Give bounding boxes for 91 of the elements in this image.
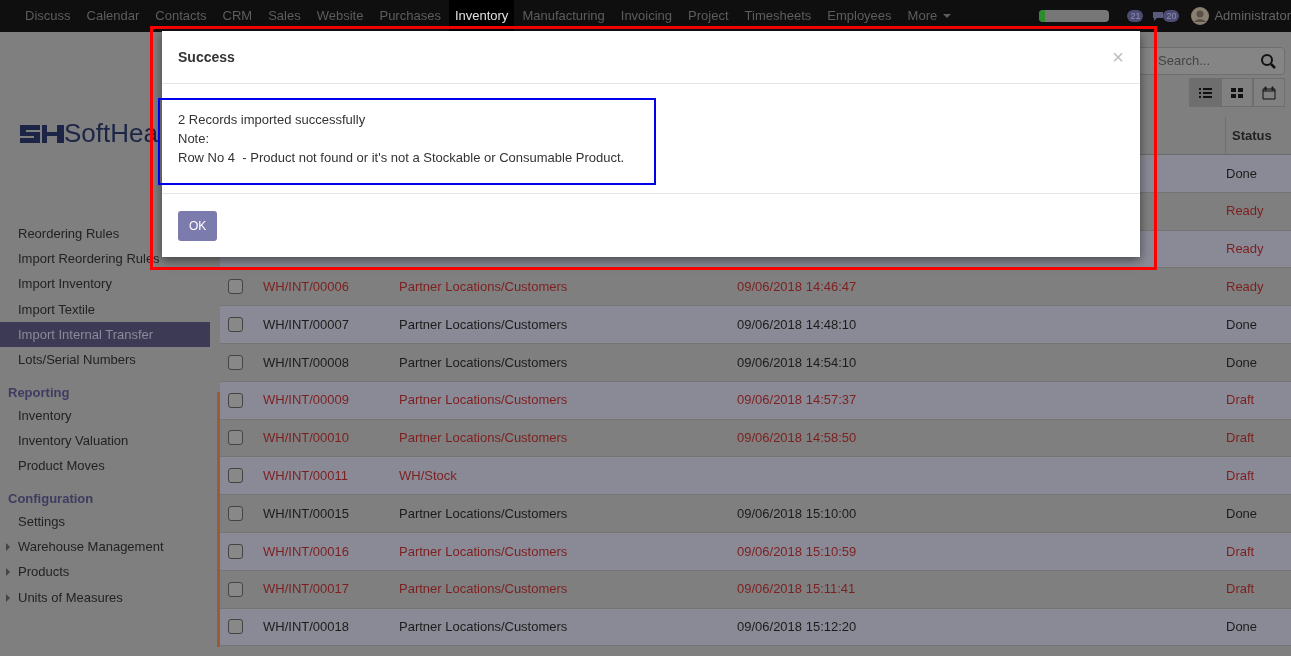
ok-button[interactable]: OK [178, 210, 218, 241]
view-list-button[interactable] [1189, 78, 1221, 107]
caret-icon [6, 542, 10, 551]
table-cell-text: Partner Locations/Customers [399, 580, 569, 599]
row-checkbox[interactable] [228, 506, 243, 522]
message-text: Note: [178, 130, 211, 148]
caret-icon [943, 14, 952, 18]
sidebar-item[interactable]: Inventory Valuation [0, 428, 210, 454]
table-cell-text: 09/06/2018 14:58:50 [737, 429, 858, 448]
message-text: Row No 4 - Product not found or it's not a Stockable or Consumable Product. [178, 149, 626, 167]
table-cell-text: WH/INT/00018 [263, 618, 350, 637]
table-cell-text: WH/INT/00015 [263, 504, 350, 523]
menu-item[interactable]: Discuss [17, 0, 79, 32]
view-calendar-button[interactable] [1253, 78, 1285, 107]
table-cell-text: Draft [1226, 391, 1256, 410]
table-cell-text: Ready [1226, 202, 1265, 221]
sidebar-item[interactable]: Import Textile [0, 296, 210, 323]
table-cell-text: Partner Locations/Customers [399, 391, 569, 410]
table-cell-text: 09/06/2018 15:12:20 [737, 618, 858, 637]
table-cell-text: 09/06/2018 15:10:59 [737, 542, 858, 561]
table-cell-text: Partner Locations/Customers [399, 315, 569, 334]
caret-icon [6, 593, 10, 602]
table-cell-text: 09/06/2018 14:57:37 [737, 391, 858, 410]
table-cell-text: 09/06/2018 14:46:47 [737, 278, 858, 297]
table-cell-text: 09/06/2018 14:48:10 [737, 315, 858, 334]
calendar-icon [1262, 85, 1276, 100]
table-cell-text: Partner Locations/Customers [399, 429, 569, 448]
sidebar-item[interactable]: Warehouse Management [0, 533, 210, 560]
sidebar-section: Reporting [0, 377, 210, 403]
row-checkbox[interactable] [228, 468, 243, 484]
sidebar-item[interactable]: Settings [0, 508, 210, 534]
list-icon [1198, 85, 1212, 100]
table-cell-text: Partner Locations/Customers [399, 542, 569, 561]
sidebar-item[interactable]: Import Inventory [0, 271, 210, 297]
row-checkbox[interactable] [228, 430, 243, 446]
row-checkbox[interactable] [228, 619, 243, 635]
table-cell-text: Partner Locations/Customers [399, 504, 569, 523]
row-checkbox[interactable] [228, 279, 243, 295]
table-cell-text: Draft [1226, 467, 1256, 485]
table-cell-text: Draft [1226, 542, 1256, 561]
table-cell-text: Done [1226, 618, 1259, 637]
table-cell-text: 09/06/2018 14:54:10 [737, 353, 858, 372]
table-cell-text: WH/INT/00009 [263, 391, 350, 410]
sidebar-section: Configuration [0, 483, 210, 509]
table-cell-text: Done [1226, 315, 1259, 334]
table-cell-text: 09/06/2018 15:11:41 [737, 580, 857, 599]
row-checkbox[interactable] [228, 354, 243, 370]
table-cell-text: Draft [1226, 429, 1256, 448]
row-checkbox[interactable] [228, 317, 243, 333]
table-cell-text: Ready [1226, 278, 1265, 297]
sidebar-item[interactable]: Import Internal Transfer [0, 322, 210, 348]
table-cell-text: WH/INT/00011 [263, 467, 349, 485]
table-cell-text: WH/INT/00010 [263, 429, 350, 448]
table-cell-text: Partner Locations/Customers [399, 278, 569, 297]
table-cell-text: WH/INT/00006 [263, 278, 350, 297]
search-icon [1260, 53, 1276, 69]
menu-item[interactable]: Calendar [78, 0, 148, 32]
table-cell-text: WH/INT/00007 [263, 315, 350, 334]
messages-count[interactable]: 20 [1163, 10, 1180, 22]
table-cell-text: Done [1226, 164, 1259, 183]
sidebar-item[interactable]: Units of Measures [0, 584, 210, 611]
table-cell-text: Ready [1226, 240, 1265, 259]
row-checkbox[interactable] [228, 392, 243, 408]
table-cell-text: Done [1226, 353, 1259, 372]
table-cell-text: WH/INT/00008 [263, 353, 350, 372]
activity-count[interactable]: 21 [1127, 10, 1144, 22]
table-cell-text: WH/Stock [399, 467, 458, 485]
sidebar-item[interactable]: Products [0, 559, 210, 585]
table-cell-text: Partner Locations/Customers [399, 618, 569, 637]
table-cell-text: WH/INT/00017 [263, 580, 350, 599]
sidebar-item[interactable]: Product Moves [0, 453, 210, 479]
menu-item[interactable]: More [899, 0, 960, 32]
user-menu[interactable]: Administrator [1191, 6, 1291, 26]
sidebar-item[interactable]: Lots/Serial Numbers [0, 347, 210, 373]
table-cell-text: 09/06/2018 15:10:00 [737, 504, 858, 523]
message-text: 2 Records imported successfully [178, 111, 367, 129]
chat-icon [1153, 11, 1164, 21]
caret-icon [6, 568, 10, 577]
kanban-icon [1230, 85, 1244, 100]
view-kanban-button[interactable] [1221, 78, 1253, 107]
sidebar-item[interactable]: Inventory [0, 402, 210, 429]
table-cell-text: Done [1226, 504, 1259, 523]
column-header[interactable]: Status [1232, 125, 1272, 146]
close-button[interactable]: × [1112, 47, 1124, 67]
table-cell-text: Partner Locations/Customers [399, 353, 569, 372]
avatar-icon [1191, 7, 1210, 25]
dialog-title: Success [178, 47, 235, 67]
row-checkbox[interactable] [228, 581, 243, 597]
table-cell-text: Draft [1226, 580, 1256, 599]
table-cell-text: WH/INT/00016 [263, 542, 350, 561]
row-checkbox[interactable] [228, 543, 243, 559]
